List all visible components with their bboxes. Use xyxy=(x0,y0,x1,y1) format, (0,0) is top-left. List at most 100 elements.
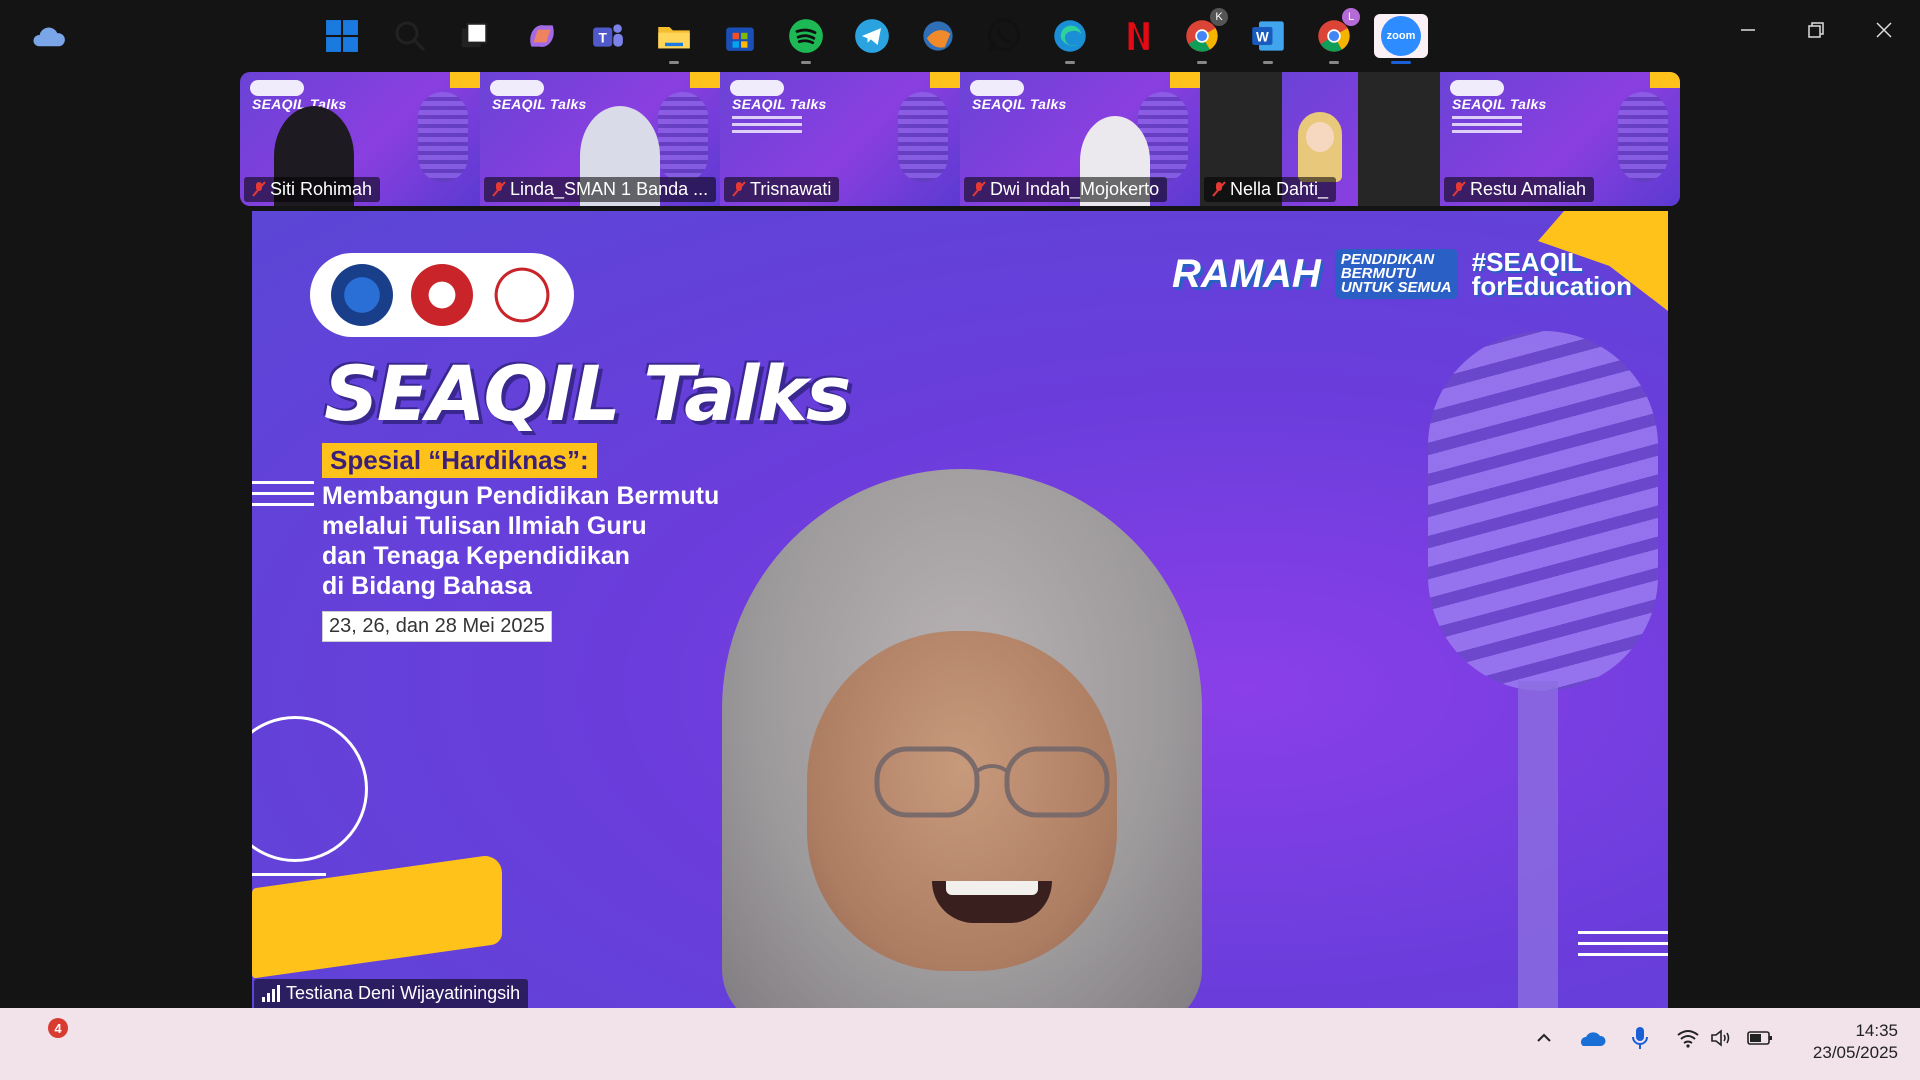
show-hidden-icons-button[interactable] xyxy=(1530,1024,1558,1052)
close-icon xyxy=(1876,22,1892,38)
profile-badge: K xyxy=(1210,8,1228,26)
mini-logo xyxy=(1450,80,1504,96)
edge-button[interactable] xyxy=(1048,14,1092,64)
weather-widget[interactable] xyxy=(26,14,70,58)
campaign-logos: RAMAH PENDIDIKAN BERMUTU UNTUK SEMUA #SE… xyxy=(1172,249,1632,299)
search-icon xyxy=(395,21,426,52)
hashtag-seaqil-for-education: #SEAQIL forEducation xyxy=(1471,249,1632,301)
onedrive-icon xyxy=(1581,1032,1606,1046)
spotify-button[interactable] xyxy=(784,14,828,64)
cloud-icon xyxy=(33,27,65,47)
edge-icon xyxy=(1054,20,1086,52)
zoom-button[interactable]: zoom xyxy=(1374,14,1428,64)
institution-logos xyxy=(310,253,574,337)
clock-time: 14:35 xyxy=(1855,1021,1898,1040)
microphone-graphic xyxy=(1618,92,1668,182)
participant-name: Dwi Indah_Mojokerto xyxy=(990,179,1160,199)
participant-name-label: Linda_SMAN 1 Banda ... xyxy=(484,177,717,202)
muted-mic-icon xyxy=(492,181,506,197)
slide-title: SEAQIL Talks xyxy=(324,349,851,438)
mini-logo xyxy=(250,80,304,96)
tile-title: SEAQIL Talks xyxy=(1452,96,1547,112)
wifi-tray[interactable] xyxy=(1674,1024,1702,1052)
running-indicator xyxy=(1263,61,1273,64)
muted-mic-icon xyxy=(732,181,746,197)
microphone-graphic xyxy=(1428,331,1658,691)
participant-name-label: Siti Rohimah xyxy=(244,177,381,202)
copilot-button[interactable] xyxy=(520,14,564,58)
running-indicator xyxy=(1329,61,1339,64)
chrome-profile-k-button[interactable]: K xyxy=(1180,8,1228,64)
decorative-lines xyxy=(1578,931,1668,964)
task-view-icon xyxy=(461,22,488,48)
seaqil-logo xyxy=(491,264,553,326)
minimize-icon xyxy=(1741,29,1755,31)
participant-name: Siti Rohimah xyxy=(270,179,373,199)
running-indicator xyxy=(669,61,679,64)
word-button[interactable]: W xyxy=(1246,14,1290,64)
yellow-accent xyxy=(450,72,480,88)
participant-tile[interactable]: SEAQIL Talks Trisnawati xyxy=(720,72,960,206)
volume-tray[interactable] xyxy=(1708,1024,1736,1052)
task-view-button[interactable] xyxy=(452,14,496,58)
slide-text-lines xyxy=(1452,116,1522,137)
whatsapp-icon xyxy=(987,18,1021,52)
tile-title: SEAQIL Talks xyxy=(732,96,827,112)
participant-tile[interactable]: SEAQIL Talks Dwi Indah_Mojokerto xyxy=(960,72,1200,206)
active-indicator xyxy=(1391,61,1411,64)
notification-badge: 4 xyxy=(48,1018,68,1038)
muted-mic-icon xyxy=(972,181,986,197)
speaker-name-label: Testiana Deni Wijayatiningsih xyxy=(254,979,529,1008)
telegram-button[interactable] xyxy=(850,14,894,58)
minimize-button[interactable] xyxy=(1722,10,1774,50)
system-clock[interactable]: 14:35 23/05/2025 xyxy=(1813,1020,1898,1064)
muted-mic-icon xyxy=(252,181,266,197)
mini-logo xyxy=(970,80,1024,96)
participant-tile[interactable]: Nella Dahti_ xyxy=(1200,72,1440,206)
app-icon xyxy=(923,21,953,51)
whatsapp-button[interactable] xyxy=(982,14,1026,58)
close-button[interactable] xyxy=(1858,10,1910,50)
active-speaker-video[interactable]: RAMAH PENDIDIKAN BERMUTU UNTUK SEMUA #SE… xyxy=(252,211,1668,1008)
running-indicator xyxy=(1197,61,1207,64)
folder-icon xyxy=(658,27,690,49)
chevron-up-icon xyxy=(1537,1033,1551,1042)
microphone-tray[interactable] xyxy=(1626,1024,1654,1052)
spotify-icon xyxy=(789,19,823,53)
netflix-button[interactable] xyxy=(1114,14,1158,58)
start-button[interactable] xyxy=(320,14,364,58)
kemendikbud-logo xyxy=(331,264,393,326)
participant-tile[interactable]: SEAQIL Talks Restu Amaliah xyxy=(1440,72,1680,206)
chrome-profile-l-button[interactable]: L xyxy=(1312,8,1360,64)
teams-button[interactable]: T xyxy=(586,14,630,58)
speaker-name: Testiana Deni Wijayatiningsih xyxy=(286,983,521,1003)
yellow-accent xyxy=(930,72,960,88)
participant-tile[interactable]: SEAQIL Talks Linda_SMAN 1 Banda ... xyxy=(480,72,720,206)
muted-mic-icon xyxy=(1212,181,1226,197)
battery-icon xyxy=(1747,1031,1772,1045)
subtitle-line: di Bidang Bahasa xyxy=(322,572,532,600)
participant-tile[interactable]: SEAQIL Talks Siti Rohimah xyxy=(240,72,480,206)
yellow-accent xyxy=(1650,72,1680,88)
microsoft-store-button[interactable] xyxy=(718,14,762,58)
yellow-accent xyxy=(690,72,720,88)
hashtag-line: forEducation xyxy=(1471,271,1632,301)
participant-name: Nella Dahti_ xyxy=(1230,179,1329,199)
battery-tray[interactable] xyxy=(1746,1024,1774,1052)
ramah-logo: RAMAH xyxy=(1171,251,1321,296)
special-label: Spesial “Hardiknas”: xyxy=(322,443,597,478)
file-explorer-button[interactable] xyxy=(652,14,696,64)
copilot-icon xyxy=(530,25,554,47)
search-button[interactable] xyxy=(388,14,432,58)
signal-strength-icon xyxy=(262,985,280,1002)
teams-icon: T xyxy=(593,24,623,47)
tile-title: SEAQIL Talks xyxy=(972,96,1067,112)
speaker-glasses xyxy=(874,746,1110,818)
app-extra-button[interactable] xyxy=(916,14,960,58)
microphone-graphic xyxy=(658,92,708,182)
restore-button[interactable] xyxy=(1790,10,1842,50)
onedrive-tray[interactable] xyxy=(1578,1024,1606,1052)
microphone-graphic xyxy=(898,92,948,182)
word-icon: W xyxy=(1252,21,1284,51)
clock-date: 23/05/2025 xyxy=(1812,1043,1898,1062)
